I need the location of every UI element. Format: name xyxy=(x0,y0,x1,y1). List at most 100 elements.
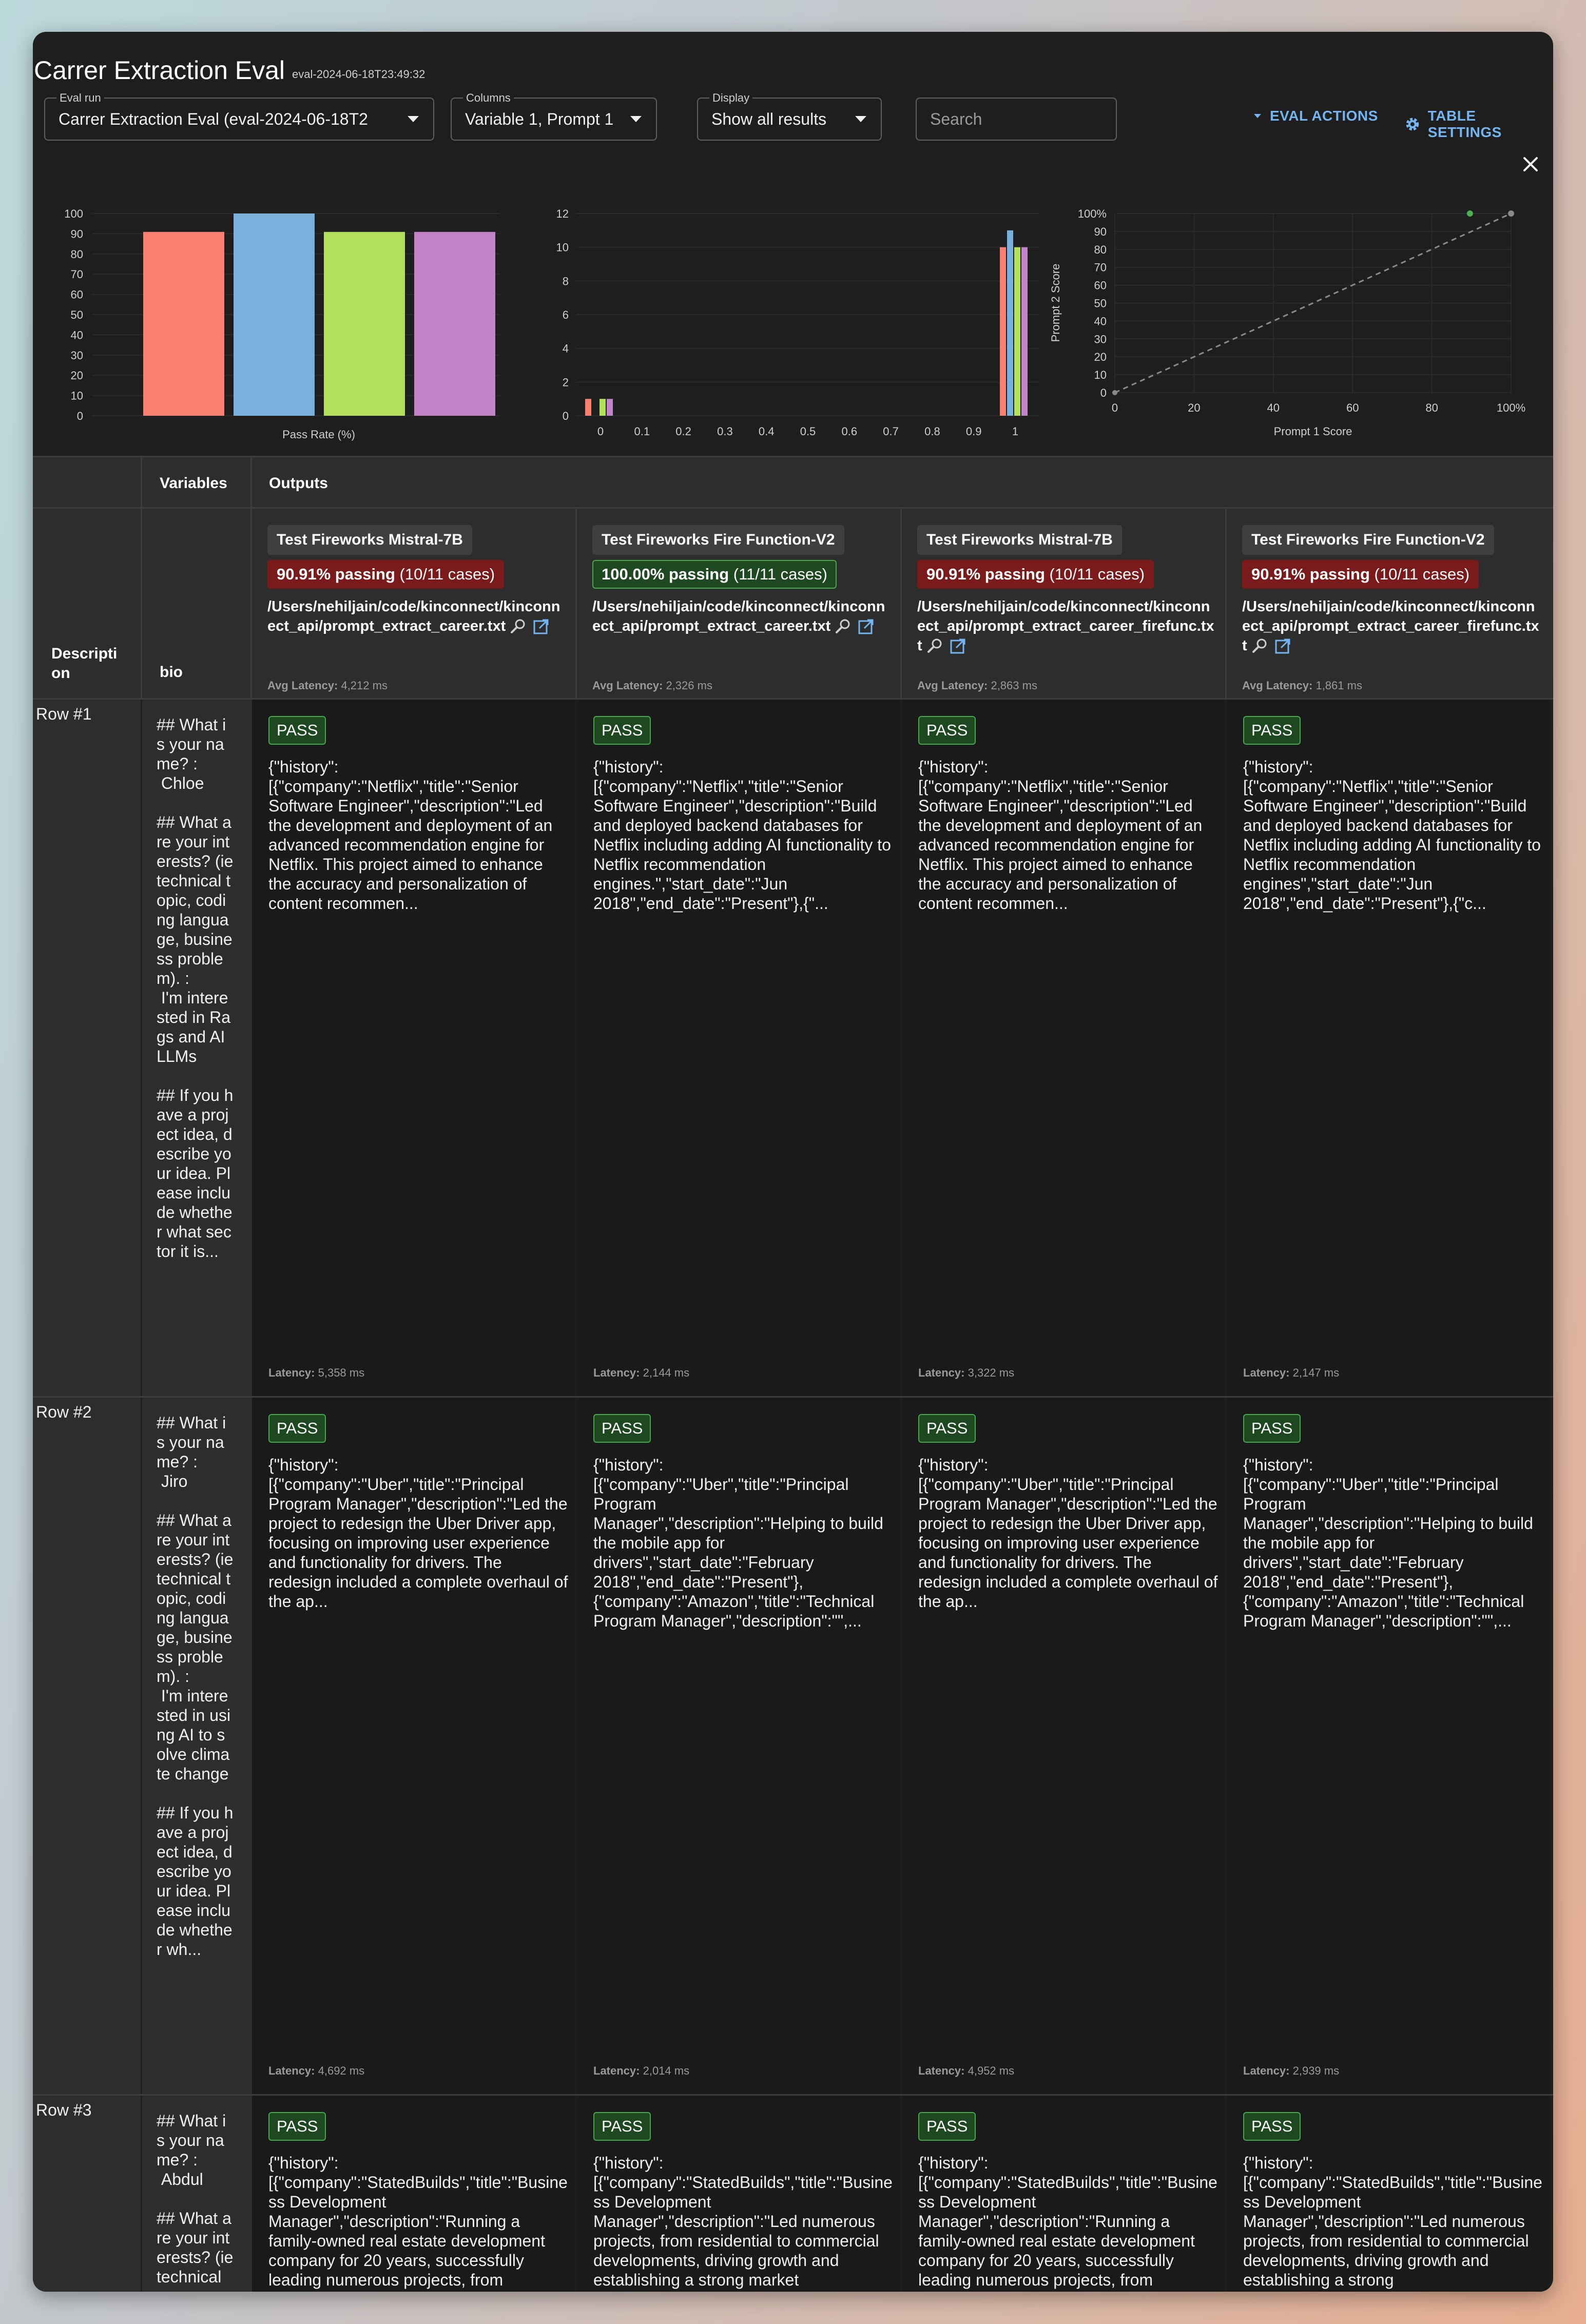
output-text: {"history":[{"company":"Netflix","title"… xyxy=(593,758,891,913)
avg-latency-value: 2,863 ms xyxy=(991,679,1037,692)
y-tick-label: 90 xyxy=(71,227,83,240)
x-tick-label: 0.7 xyxy=(883,425,899,438)
latency-value: 4,952 ms xyxy=(968,2064,1015,2077)
columns-label: Columns xyxy=(463,91,514,105)
x-tick-label: 0.2 xyxy=(675,425,691,438)
x-tick-label: 0 xyxy=(597,425,604,438)
row-label-cell: Row #3 xyxy=(33,2096,141,2292)
y-tick-label: 50 xyxy=(1094,297,1107,310)
prompt-path: /Users/nehiljain/code/kinconnect/kinconn… xyxy=(1242,597,1542,655)
magnifier-icon[interactable] xyxy=(925,637,946,655)
y-tick-label: 6 xyxy=(563,308,569,321)
x-tick-label: 0.9 xyxy=(966,425,982,438)
provider-name: Test Fireworks Mistral-7B xyxy=(267,525,472,555)
output-cell[interactable]: PASS {"history":[{"company":"StatedBuilds… xyxy=(902,2096,1225,2292)
output-cell[interactable]: PASS {"history":[{"company":"Uber","title… xyxy=(1227,1398,1550,2094)
output-text: {"history":[{"company":"Netflix","title"… xyxy=(1243,758,1541,913)
y-tick-label: 0 xyxy=(77,410,83,422)
eval-actions-button[interactable]: EVAL ACTIONS xyxy=(1252,108,1378,124)
avg-latency: Avg Latency: 1,861 ms xyxy=(1242,679,1362,692)
magnifier-icon[interactable] xyxy=(1250,637,1271,655)
output-cell[interactable]: PASS {"history":[{"company":"Netflix","ti… xyxy=(577,700,900,1396)
output-cell[interactable]: PASS {"history":[{"company":"Uber","title… xyxy=(252,1398,575,2094)
gear-icon xyxy=(1406,118,1419,131)
eval-run-value: Carrer Extraction Eval (eval-2024-06-18T… xyxy=(59,110,368,128)
x-tick-label: 20 xyxy=(1188,401,1200,414)
latency-label: Latency: xyxy=(268,2064,315,2077)
bio-header[interactable]: bio xyxy=(160,664,183,681)
columns-select[interactable]: Columns Variable 1, Prompt 1 xyxy=(451,91,657,141)
pass-badge: PASS xyxy=(1243,1414,1301,1443)
eval-run-select[interactable]: Eval run Carrer Extraction Eval (eval-20… xyxy=(44,91,434,141)
output-cell[interactable]: PASS {"history":[{"company":"Netflix","ti… xyxy=(902,700,1225,1396)
output-text: {"history":[{"company":"Uber","title":"P… xyxy=(1243,1456,1533,1630)
latency: Latency: 3,322 ms xyxy=(918,1366,1014,1380)
prompt-path: /Users/nehiljain/code/kinconnect/kinconn… xyxy=(592,597,893,636)
output-cell[interactable]: PASS {"history":[{"company":"Netflix","ti… xyxy=(252,700,575,1396)
histogram-bar xyxy=(1014,247,1020,416)
pass-rate-percent: 100.00% passing xyxy=(602,565,729,583)
description-header[interactable]: Description xyxy=(51,644,123,683)
open-external-icon[interactable] xyxy=(857,618,875,635)
avg-latency: Avg Latency: 2,326 ms xyxy=(592,679,712,692)
latency: Latency: 2,144 ms xyxy=(593,1366,689,1380)
y-tick-label: 30 xyxy=(71,349,83,362)
latency: Latency: 4,952 ms xyxy=(918,2064,1014,2078)
output-cell[interactable]: PASS {"history":[{"company":"StatedBuilds… xyxy=(577,2096,900,2292)
magnifier-icon[interactable] xyxy=(509,618,529,635)
histogram-bar xyxy=(1007,230,1013,416)
display-select[interactable]: Display Show all results xyxy=(697,91,882,141)
open-external-icon[interactable] xyxy=(949,637,966,655)
pass-badge: PASS xyxy=(593,1414,651,1443)
search-input[interactable] xyxy=(916,98,1117,141)
y-tick-label: 80 xyxy=(71,248,83,261)
eval-id: eval-2024-06-18T23:49:32 xyxy=(292,68,425,81)
row-label: Row #3 xyxy=(36,2101,92,2119)
pass-badge: PASS xyxy=(918,716,976,745)
avg-latency-label: Avg Latency: xyxy=(592,679,663,692)
y-tick-label: 10 xyxy=(556,241,569,254)
magnifier-icon[interactable] xyxy=(834,618,854,635)
y-tick-label: 12 xyxy=(556,207,569,220)
x-tick-label: 80 xyxy=(1425,401,1438,414)
pass-rate-bar xyxy=(143,231,224,416)
title-row: Carrer Extraction Eval eval-2024-06-18T2… xyxy=(34,39,425,85)
x-tick-label: 100% xyxy=(1497,401,1525,414)
open-external-icon[interactable] xyxy=(1274,637,1291,655)
pass-badge: PASS xyxy=(918,2112,976,2141)
bio-text: ## What is your name? : Abdul ## What ar… xyxy=(157,2112,234,2286)
x-tick-label: 0 xyxy=(1112,401,1118,414)
output-text: {"history":[{"company":"Uber","title":"P… xyxy=(268,1456,568,1611)
latency: Latency: 2,939 ms xyxy=(1243,2064,1339,2078)
pass-rate-percent: 90.91% passing xyxy=(926,565,1045,583)
provider-name: Test Fireworks Fire Function-V2 xyxy=(592,525,844,555)
table-settings-button[interactable]: TABLE SETTINGS xyxy=(1404,108,1553,141)
latency-label: Latency: xyxy=(1243,1366,1290,1379)
output-cell[interactable]: PASS {"history":[{"company":"Uber","title… xyxy=(902,1398,1225,2094)
output-cell[interactable]: PASS {"history":[{"company":"Uber","title… xyxy=(577,1398,900,2094)
x-tick-label: 0.4 xyxy=(759,425,775,438)
pass-badge: PASS xyxy=(268,1414,326,1443)
output-cell[interactable]: PASS {"history":[{"company":"StatedBuilds… xyxy=(252,2096,575,2292)
latency: Latency: 2,147 ms xyxy=(1243,1366,1339,1380)
avg-latency-value: 2,326 ms xyxy=(666,679,712,692)
latency-value: 4,692 ms xyxy=(318,2064,365,2077)
histogram-bar xyxy=(1021,247,1028,416)
pass-rate-chart: 0 10 20 30 40 50 60 70 80 90 100 Pass Rate (%) xyxy=(64,207,500,441)
pass-rate-bar xyxy=(324,231,405,416)
column-divider xyxy=(141,456,142,698)
output-cell[interactable]: PASS {"history":[{"company":"StatedBuilds… xyxy=(1227,2096,1550,2292)
output-text: {"history":[{"company":"Uber","title":"P… xyxy=(918,1456,1218,1611)
output-cell[interactable]: PASS {"history":[{"company":"Netflix","ti… xyxy=(1227,700,1550,1396)
latency-value: 2,147 ms xyxy=(1292,1366,1340,1379)
close-icon[interactable] xyxy=(1520,154,1541,175)
open-external-icon[interactable] xyxy=(532,618,550,635)
latency-label: Latency: xyxy=(593,1366,640,1379)
variable-cell: ## What is your name? : Jiro ## What are… xyxy=(142,1398,252,2094)
histogram-bar xyxy=(607,399,613,416)
avg-latency-label: Avg Latency: xyxy=(917,679,988,692)
x-tick-label: 1 xyxy=(1012,425,1018,438)
scatter-point xyxy=(1466,210,1473,217)
avg-latency: Avg Latency: 2,863 ms xyxy=(917,679,1037,692)
variable-cell: ## What is your name? : Chloe ## What ar… xyxy=(142,700,252,1396)
